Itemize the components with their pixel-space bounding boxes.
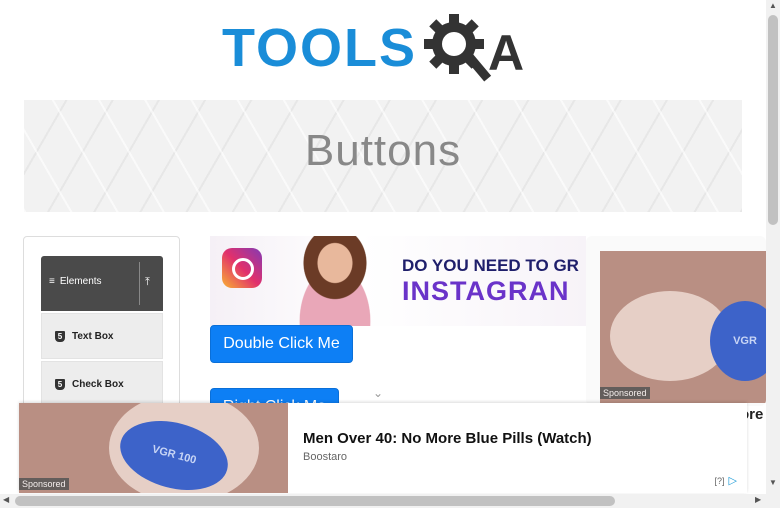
scroll-right-icon[interactable]: ▶ bbox=[755, 495, 761, 504]
ad-info[interactable]: [?] ▷ bbox=[715, 474, 737, 487]
scroll-up-icon[interactable]: ▲ bbox=[769, 1, 777, 10]
toolsqa-logo[interactable]: TOOLS A bbox=[222, 14, 546, 90]
ad-headline[interactable]: Men Over 40: No More Blue Pills (Watch) bbox=[303, 430, 592, 447]
gear-magnifier-icon bbox=[424, 14, 492, 82]
instagram-icon bbox=[222, 248, 262, 288]
ad-info-label[interactable]: [?] bbox=[715, 476, 725, 486]
scroll-left-icon[interactable]: ◀ bbox=[3, 495, 9, 504]
chevron-down-icon[interactable]: ⌄ bbox=[373, 386, 383, 400]
sidebar-item-check-box[interactable]: 5 Check Box bbox=[41, 361, 163, 407]
sponsored-label: Sponsored bbox=[19, 478, 69, 490]
adchoices-icon[interactable]: ▷ bbox=[729, 474, 737, 487]
sidebar-group-label-wrap: ≡ Elements bbox=[49, 276, 102, 287]
logo-text-a: A bbox=[488, 25, 524, 81]
page-banner: Buttons bbox=[24, 100, 742, 212]
horizontal-scrollbar[interactable]: ◀ ▶ bbox=[0, 494, 766, 508]
bottom-ad[interactable]: VGR 100 Sponsored Men Over 40: No More B… bbox=[19, 403, 747, 493]
horizontal-scroll-thumb[interactable] bbox=[15, 496, 615, 506]
double-click-button[interactable]: Double Click Me bbox=[210, 325, 353, 363]
scroll-down-icon[interactable]: ▼ bbox=[769, 478, 777, 487]
html5-icon: 5 bbox=[55, 330, 65, 342]
sidebar-group-label: Elements bbox=[59, 276, 102, 287]
sidebar-item-text-box[interactable]: 5 Text Box bbox=[41, 313, 163, 359]
page-title: Buttons bbox=[304, 126, 462, 175]
menu-icon: ≡ bbox=[49, 276, 55, 287]
vertical-scrollbar[interactable]: ▲ ▼ bbox=[766, 0, 780, 508]
ad-pill-image: VGR bbox=[600, 251, 766, 403]
ad-line-2: INSTAGRAN bbox=[402, 276, 570, 306]
sidebar-item-label: Text Box bbox=[72, 330, 114, 342]
side-ad[interactable]: VGR Sponsored bbox=[586, 236, 766, 406]
html5-icon: 5 bbox=[55, 378, 65, 390]
collapse-arrow-icon[interactable]: ⤒ bbox=[145, 276, 150, 289]
ad-person-image bbox=[280, 236, 390, 326]
vertical-scroll-thumb[interactable] bbox=[768, 15, 778, 225]
sidebar-item-label: Check Box bbox=[72, 378, 124, 390]
header-divider bbox=[139, 262, 140, 305]
sidebar-group-elements[interactable]: ≡ Elements ⤒ bbox=[41, 256, 163, 311]
pill-shape: VGR bbox=[710, 301, 766, 381]
instagram-ad[interactable]: DO YOU NEED TO GR INSTAGRAN bbox=[210, 236, 586, 326]
sponsored-label: Sponsored bbox=[600, 387, 650, 399]
ad-line-1: DO YOU NEED TO GR bbox=[402, 256, 579, 275]
ad-brand[interactable]: Boostaro bbox=[303, 451, 347, 463]
logo-text-tools: TOOLS bbox=[222, 18, 417, 78]
